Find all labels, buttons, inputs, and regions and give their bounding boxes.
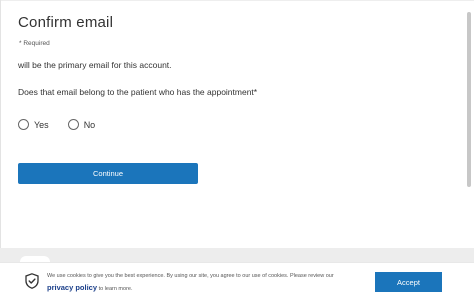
cookie-message-suffix: to learn more. — [98, 286, 133, 292]
page: Confirm email * Required will be the pri… — [0, 0, 474, 305]
continue-button[interactable]: Continue — [18, 163, 198, 184]
description-text: will be the primary email for this accou… — [18, 60, 172, 70]
required-note: * Required — [19, 40, 50, 47]
radio-label-no: No — [83, 119, 96, 130]
radio-no[interactable] — [67, 119, 79, 130]
radio-option-yes[interactable]: Yes — [18, 119, 49, 130]
cookie-message: We use cookies to give you the best expe… — [47, 271, 357, 295]
shield-check-icon — [25, 273, 39, 289]
accept-cookies-button[interactable]: Accept — [375, 272, 442, 292]
scrollbar-thumb[interactable] — [467, 12, 471, 187]
page-footer-band — [0, 248, 474, 262]
frame-border-left — [0, 0, 1, 250]
page-title: Confirm email — [18, 14, 114, 31]
radio-yes[interactable] — [18, 119, 29, 130]
radio-option-no[interactable]: No — [67, 119, 96, 130]
cookie-message-text: We use cookies to give you the best expe… — [47, 273, 334, 279]
frame-border-top — [0, 0, 474, 1]
privacy-policy-link[interactable]: privacy policy — [47, 283, 97, 292]
radio-label-yes: Yes — [34, 119, 49, 130]
radio-group: Yes No — [18, 119, 114, 130]
question-text: Does that email belong to the patient wh… — [18, 87, 258, 97]
